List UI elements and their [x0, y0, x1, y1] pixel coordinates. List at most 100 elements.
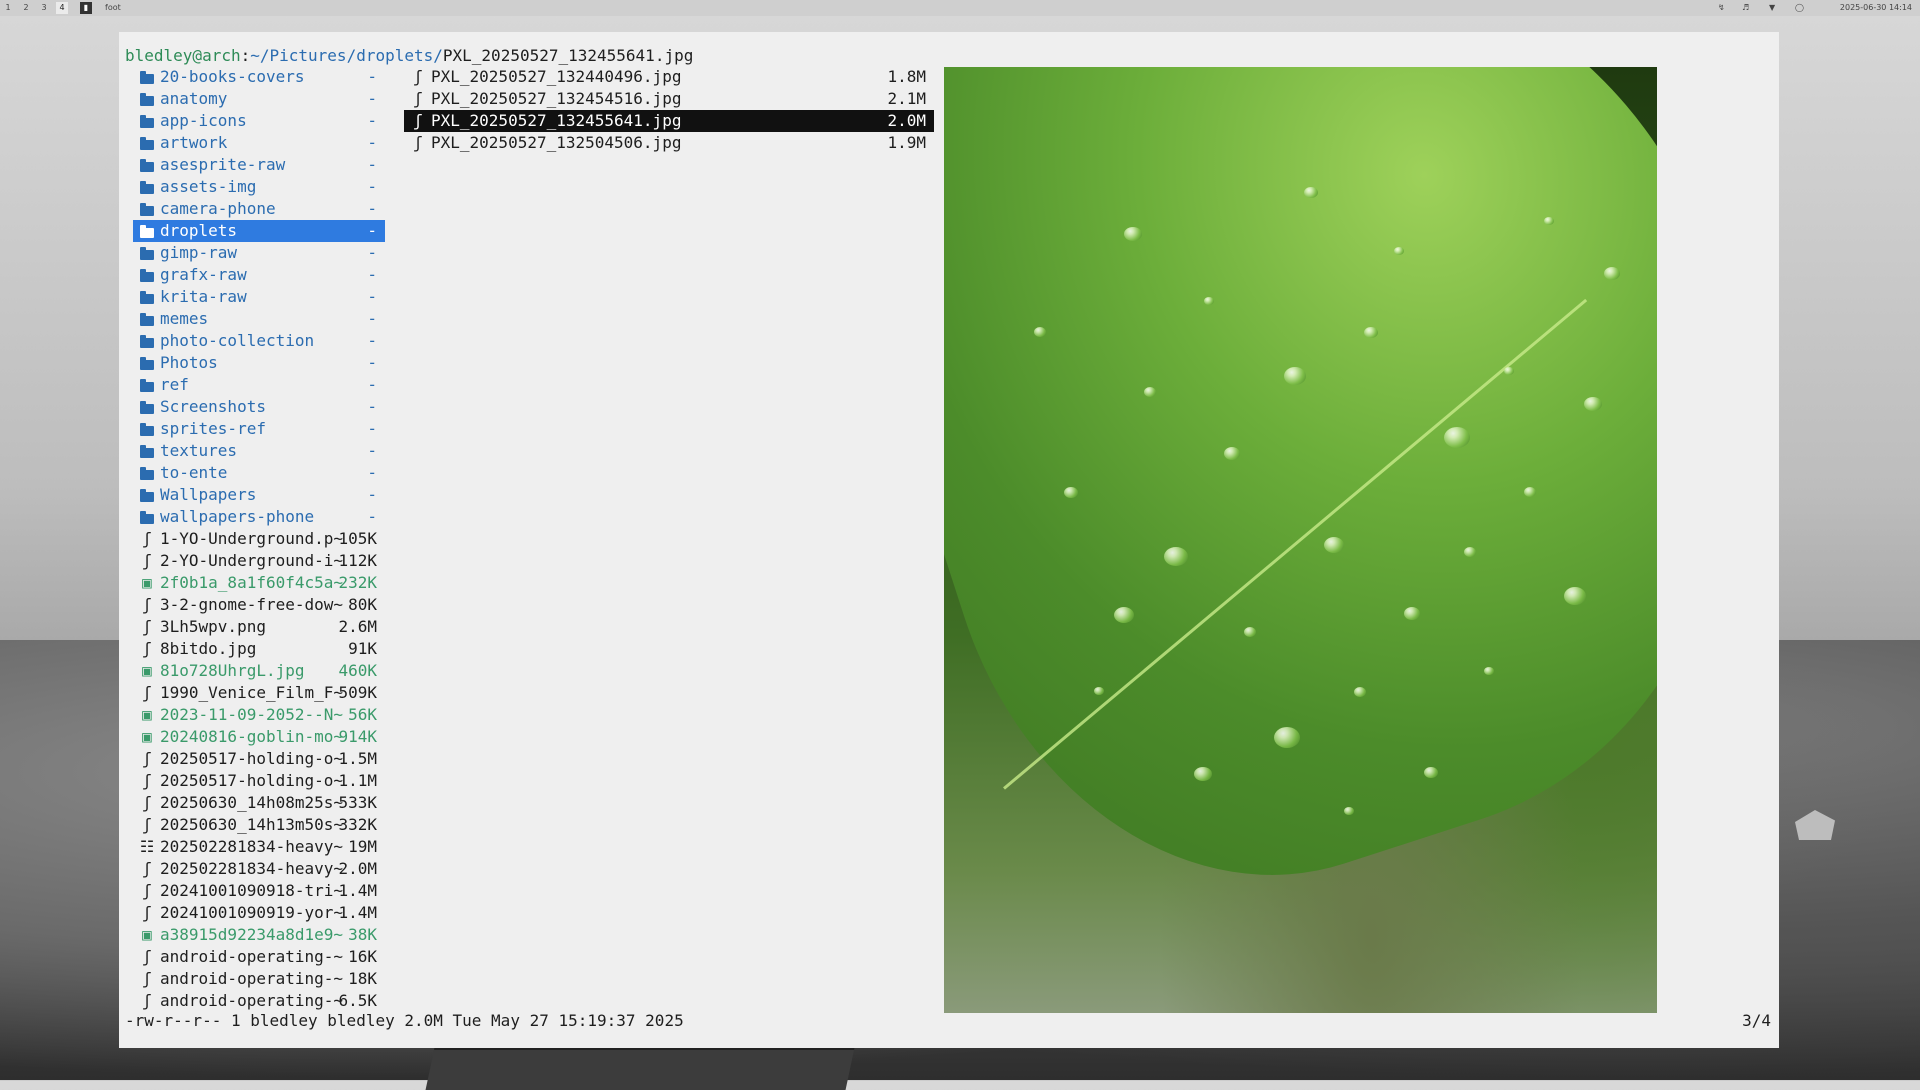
entry-name: asesprite-raw — [160, 155, 286, 174]
file-entry[interactable]: ▣ a38915d92234a8d1e9~ 38K — [133, 924, 385, 946]
workspace-4[interactable]: 4 — [56, 2, 68, 14]
water-droplet — [1284, 367, 1306, 385]
water-droplet — [1324, 537, 1344, 553]
entry-name: gimp-raw — [160, 243, 238, 262]
directory-entry[interactable]: artwork - — [133, 132, 385, 154]
terminal-window[interactable]: bledley@arch:~/Pictures/droplets/PXL_202… — [119, 32, 1779, 1048]
file-entry[interactable]: ʃ 20250517-holding-o~ 1.5M — [133, 748, 385, 770]
entry-name: 20250630_14h08m25s~ — [160, 793, 344, 812]
entry-name: 202502281834-heavy~ — [160, 859, 344, 878]
file-entry[interactable]: ☷ 202502281834-heavy~ 19M — [133, 836, 385, 858]
directory-entry[interactable]: asesprite-raw - — [133, 154, 385, 176]
file-entry[interactable]: ʃ 20250630_14h13m50s~ 332K — [133, 814, 385, 836]
file-entry[interactable]: ʃ 20241001090919-yor~ 1.4M — [133, 902, 385, 924]
file-entry[interactable]: ʃ 1-YO-Underground.p~ 105K — [133, 528, 385, 550]
file-icon: ʃ — [142, 793, 152, 812]
directory-entry[interactable]: memes - — [133, 308, 385, 330]
entry-size: - — [367, 155, 377, 174]
water-droplet — [1504, 367, 1514, 375]
directory-entry[interactable]: anatomy - — [133, 88, 385, 110]
directory-entry[interactable]: Photos - — [133, 352, 385, 374]
file-entry[interactable]: ʃ 20250517-holding-o~ 1.1M — [133, 770, 385, 792]
directory-entry[interactable]: to-ente - — [133, 462, 385, 484]
water-droplet — [1544, 217, 1554, 225]
directory-entry[interactable]: app-icons - — [133, 110, 385, 132]
file-entry[interactable]: ʃ PXL_20250527_132455641.jpg 2.0M — [404, 110, 934, 132]
file-entry[interactable]: ʃ android-operating-~ 18K — [133, 968, 385, 990]
file-entry[interactable]: ʃ PXL_20250527_132454516.jpg 2.1M — [404, 88, 934, 110]
entry-size: - — [367, 441, 377, 460]
workspace-2[interactable]: 2 — [20, 2, 32, 14]
directory-entry[interactable]: textures - — [133, 440, 385, 462]
directory-entry[interactable]: ref - — [133, 374, 385, 396]
entry-size: 1.4M — [338, 903, 377, 922]
entry-name: PXL_20250527_132504506.jpg — [431, 133, 682, 152]
file-icon: ʃ — [142, 529, 152, 548]
entry-name: Photos — [160, 353, 218, 372]
file-icon: ʃ — [413, 67, 423, 86]
entry-name: 20250517-holding-o~ — [160, 749, 344, 768]
directory-entry[interactable]: droplets - — [133, 220, 385, 242]
directory-entry[interactable]: 20-books-covers - — [133, 66, 385, 88]
entry-name: 20241001090919-yor~ — [160, 903, 344, 922]
file-entry[interactable]: ʃ 2-YO-Underground-i~ 112K — [133, 550, 385, 572]
folder-icon — [139, 308, 155, 330]
wifi-icon[interactable]: ▼ — [1769, 3, 1775, 12]
file-entry[interactable]: ʃ 1990_Venice_Film_F~ 509K — [133, 682, 385, 704]
water-droplet — [1444, 427, 1470, 448]
entry-name: 20250630_14h13m50s~ — [160, 815, 344, 834]
directory-entry[interactable]: krita-raw - — [133, 286, 385, 308]
file-entry[interactable]: ʃ PXL_20250527_132440496.jpg 1.8M — [404, 66, 934, 88]
entry-size: 6.5K — [338, 991, 377, 1010]
directory-entry[interactable]: gimp-raw - — [133, 242, 385, 264]
file-entry[interactable]: ʃ 20250630_14h08m25s~ 533K — [133, 792, 385, 814]
entry-size: - — [367, 67, 377, 86]
entry-name: 81o728UhrgL.jpg — [160, 661, 305, 680]
folder-icon — [139, 198, 155, 220]
link-icon[interactable]: ↯ — [1718, 3, 1725, 12]
directory-entry[interactable]: camera-phone - — [133, 198, 385, 220]
directory-entry[interactable]: wallpapers-phone - — [133, 506, 385, 528]
file-entry[interactable]: ʃ android-operating-~ 16K — [133, 946, 385, 968]
water-droplet — [1524, 487, 1536, 497]
directory-entry[interactable]: Wallpapers - — [133, 484, 385, 506]
directory-entry[interactable]: grafx-raw - — [133, 264, 385, 286]
file-entry[interactable]: ʃ 3-2-gnome-free-dow~ 80K — [133, 594, 385, 616]
file-entry[interactable]: ʃ 202502281834-heavy~ 2.0M — [133, 858, 385, 880]
folder-icon — [139, 396, 155, 418]
water-droplet — [1094, 687, 1104, 695]
current-file: PXL_20250527_132455641.jpg — [442, 46, 694, 65]
file-entry[interactable]: ▣ 20240816-goblin-mo~ 914K — [133, 726, 385, 748]
entry-size: - — [367, 353, 377, 372]
entry-name: assets-img — [160, 177, 257, 196]
entry-size: 18K — [348, 969, 377, 988]
image-file-icon: ▣ — [142, 727, 152, 746]
image-file-icon: ▣ — [142, 661, 152, 680]
file-entry[interactable]: ʃ 20241001090918-tri~ 1.4M — [133, 880, 385, 902]
file-entry[interactable]: ▣ 2f0b1a_8a1f60f4c5a~ 232K — [133, 572, 385, 594]
file-entry[interactable]: ʃ 3Lh5wpv.png 2.6M — [133, 616, 385, 638]
file-entry[interactable]: ▣ 81o728UhrgL.jpg 460K — [133, 660, 385, 682]
directory-entry[interactable]: assets-img - — [133, 176, 385, 198]
water-droplet — [1194, 767, 1212, 781]
entry-size: 105K — [338, 529, 377, 548]
workspace-3[interactable]: 3 — [38, 2, 50, 14]
water-droplet — [1584, 397, 1602, 411]
entry-size: - — [367, 463, 377, 482]
file-entry[interactable]: ▣ 2023-11-09-2052--N~ 56K — [133, 704, 385, 726]
entry-size: - — [367, 221, 377, 240]
entry-name: anatomy — [160, 89, 228, 108]
entry-size: 1.1M — [338, 771, 377, 790]
file-entry[interactable]: ʃ PXL_20250527_132504506.jpg 1.9M — [404, 132, 934, 154]
workspace-1[interactable]: 1 — [2, 2, 14, 14]
power-icon[interactable]: ◯ — [1795, 3, 1804, 12]
directory-entry[interactable]: sprites-ref - — [133, 418, 385, 440]
file-entry[interactable]: ʃ 8bitdo.jpg 91K — [133, 638, 385, 660]
directory-entry[interactable]: photo-collection - — [133, 330, 385, 352]
water-droplet — [1394, 247, 1404, 255]
entry-size: - — [367, 309, 377, 328]
file-entry[interactable]: ʃ android-operating-~ 6.5K — [133, 990, 385, 1012]
directory-entry[interactable]: Screenshots - — [133, 396, 385, 418]
entry-name: artwork — [160, 133, 228, 152]
volume-icon[interactable]: ♬ — [1742, 3, 1749, 12]
